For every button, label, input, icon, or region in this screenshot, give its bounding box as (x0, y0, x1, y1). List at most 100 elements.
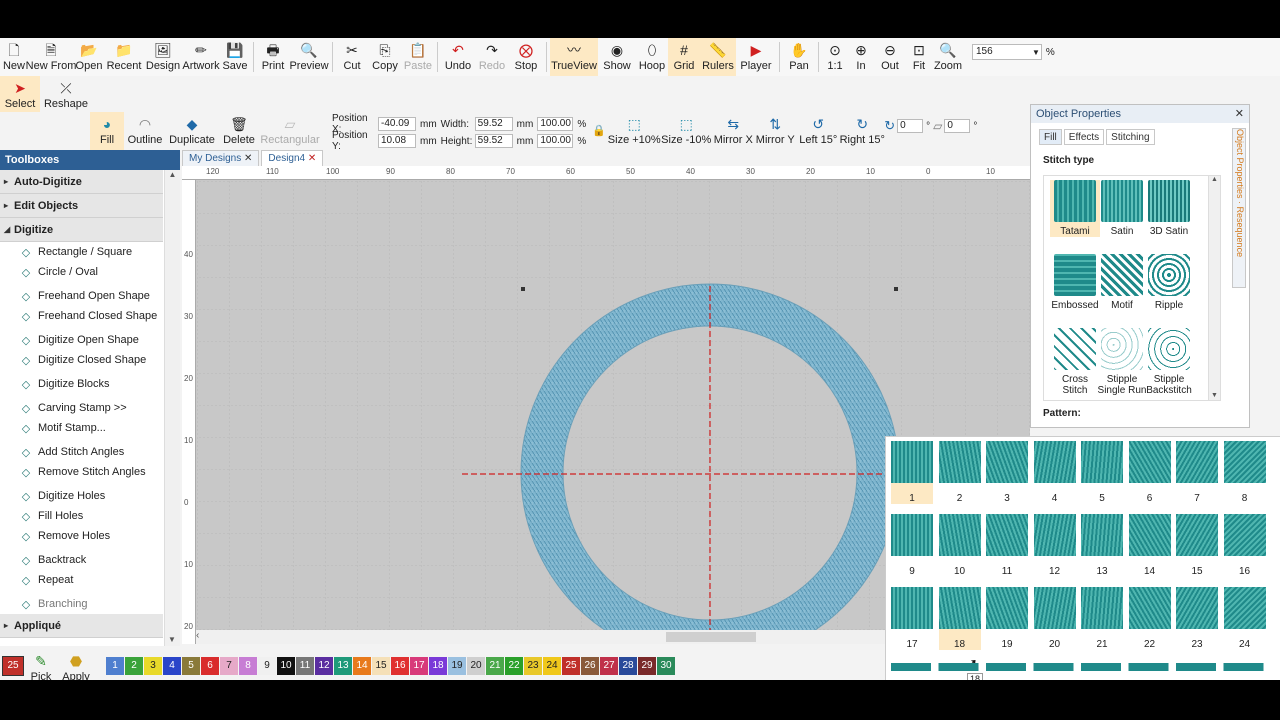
slant-field[interactable]: 0 (944, 119, 971, 133)
color-swatch[interactable]: 5 (182, 657, 200, 675)
color-swatch[interactable]: 22 (505, 657, 523, 675)
new-button[interactable]: 🗋 New (0, 38, 28, 76)
color-swatch[interactable]: 7 (220, 657, 238, 675)
pattern-tile[interactable]: 10 (938, 514, 981, 577)
toolboxes-scrollbar[interactable]: ▲ ▼ (164, 170, 180, 646)
close-icon[interactable]: ✕ (244, 153, 252, 164)
tab-effects[interactable]: Effects (1063, 129, 1105, 145)
color-swatch[interactable]: 11 (296, 657, 314, 675)
delete-button[interactable]: 🗑 Delete (218, 112, 260, 150)
tool-digitize-closed-shape[interactable]: ◇ Digitize Closed Shape (0, 350, 163, 370)
width-percent-field[interactable]: 100.00 (537, 117, 574, 131)
lock-proportions-button[interactable]: 🔒 (590, 112, 608, 150)
stitch-type-satin[interactable]: Satin (1097, 180, 1147, 237)
stitch-type-embossed[interactable]: Embossed (1050, 254, 1100, 311)
pattern-tile[interactable]: 1 (891, 441, 933, 504)
color-swatch[interactable]: 16 (391, 657, 409, 675)
color-swatch[interactable]: 29 (638, 657, 656, 675)
pattern-tile[interactable]: 14 (1128, 514, 1171, 577)
rotate-right-button[interactable]: ↻ Right 15° (840, 112, 885, 150)
tool-repeat[interactable]: ◇ Repeat (0, 570, 163, 590)
pattern-tile[interactable]: 19 (986, 587, 1028, 650)
selection-handle[interactable] (894, 287, 898, 291)
pattern-tile[interactable]: 7 (1176, 441, 1218, 504)
tool-add-stitch-angles[interactable]: ◇ Add Stitch Angles (0, 442, 163, 462)
stop-button[interactable]: ⨂ Stop (509, 38, 543, 76)
color-swatch[interactable]: 12 (315, 657, 333, 675)
fill-button[interactable]: ◕ Fill (90, 112, 124, 150)
side-tab-object-properties[interactable]: Object Properties · Resequence (1232, 128, 1246, 288)
scroll-up-icon[interactable]: ▲ (1209, 176, 1220, 183)
color-swatch[interactable]: 20 (467, 657, 485, 675)
fit-button[interactable]: ⊡ Fit (906, 38, 932, 76)
pattern-tile[interactable]: 23 (1176, 587, 1218, 650)
rotate-left-button[interactable]: ↺ Left 15° (796, 112, 840, 150)
color-swatch[interactable]: 18 (429, 657, 447, 675)
pattern-tile[interactable]: 18 (938, 587, 981, 650)
pattern-tile[interactable]: 9 (891, 514, 933, 577)
color-swatch[interactable]: 6 (201, 657, 219, 675)
stitch-type-motif[interactable]: Motif (1097, 254, 1147, 311)
pattern-tile[interactable]: 12 (1033, 514, 1076, 577)
save-button[interactable]: 💾 Save (220, 38, 250, 76)
pan-button[interactable]: ✋ Pan (783, 38, 815, 76)
tool-carving-stamp[interactable]: ◇ Carving Stamp >> (0, 398, 163, 418)
chevron-down-icon[interactable]: ▼ (1032, 48, 1040, 57)
tool-rectangle-square[interactable]: ◇ Rectangle / Square (0, 242, 163, 262)
stitch-gallery-scrollbar[interactable]: ▲ ▼ (1208, 176, 1220, 400)
pattern-tile[interactable]: 6 (1128, 441, 1171, 504)
print-button[interactable]: 🖶 Print (257, 38, 289, 76)
tab-stitching[interactable]: Stitching (1106, 129, 1155, 145)
copy-button[interactable]: ⎘ Copy (368, 38, 402, 76)
tool-circle-oval[interactable]: ◇ Circle / Oval (0, 262, 163, 282)
zoom-button[interactable]: 🔍 Zoom (932, 38, 964, 76)
mirror-y-button[interactable]: ⇅ Mirror Y (754, 112, 796, 150)
tool-freehand-closed-shape[interactable]: ◇ Freehand Closed Shape (0, 306, 163, 326)
redo-button[interactable]: ↷ Redo (475, 38, 509, 76)
pattern-tile[interactable]: 11 (986, 514, 1028, 577)
color-swatch[interactable]: 25 (562, 657, 580, 675)
color-swatch[interactable]: 2 (125, 657, 143, 675)
toolbox-group-appliqu-[interactable]: ▸ Appliqué (0, 614, 163, 638)
tool-motif-stamp[interactable]: ◇ Motif Stamp... (0, 418, 163, 438)
toolbox-group-digitize[interactable]: ◢ Digitize (0, 218, 163, 242)
color-swatch[interactable]: 24 (543, 657, 561, 675)
pattern-tile[interactable]: 24 (1223, 587, 1266, 650)
player-button[interactable]: ▶ Player (736, 38, 776, 76)
color-swatch[interactable]: 21 (486, 657, 504, 675)
select-tool-button[interactable]: ➤ Select (0, 76, 40, 114)
out-button[interactable]: ⊖ Out (874, 38, 906, 76)
show-button[interactable]: ◉ Show (598, 38, 636, 76)
hoop-button[interactable]: ⬯ Hoop (636, 38, 668, 76)
tool-digitize-blocks[interactable]: ◇ Digitize Blocks (0, 374, 163, 394)
position-x-field[interactable]: -40.09 (378, 117, 416, 131)
color-swatch[interactable]: 26 (581, 657, 599, 675)
toolbox-group-auto-digitize[interactable]: ▸ Auto-Digitize (0, 170, 163, 194)
scroll-left-icon[interactable]: ‹ (196, 630, 199, 641)
close-icon[interactable]: ✕ (1235, 105, 1244, 123)
color-swatch[interactable]: 13 (334, 657, 352, 675)
pattern-tile[interactable]: 16 (1223, 514, 1266, 577)
pattern-tile[interactable]: 17 (891, 587, 933, 650)
stitch-type-tatami[interactable]: Tatami (1050, 180, 1100, 237)
stitch-type-ripple[interactable]: Ripple (1144, 254, 1194, 311)
trueview-button[interactable]: 〰 TrueView (550, 38, 598, 76)
pattern-tile[interactable]: 13 (1081, 514, 1123, 577)
pattern-tile[interactable]: 4 (1033, 441, 1076, 504)
color-swatch[interactable]: 4 (163, 657, 181, 675)
color-swatch[interactable]: 3 (144, 657, 162, 675)
cut-button[interactable]: ✂ Cut (336, 38, 368, 76)
size-up-button[interactable]: ⬚ Size +10% (608, 112, 661, 150)
pick-color-button[interactable]: ✎ Pick (24, 652, 58, 680)
artwork-button[interactable]: ✏ Artwork (182, 38, 220, 76)
close-icon[interactable]: ✕ (308, 153, 316, 164)
color-swatch[interactable]: 27 (600, 657, 618, 675)
new-from-button[interactable]: 🗎 New From (26, 38, 77, 76)
tool-branching[interactable]: ◇ Branching (0, 594, 163, 614)
in-button[interactable]: ⊕ In (848, 38, 874, 76)
scroll-down-icon[interactable]: ▼ (1209, 392, 1220, 399)
color-swatch[interactable]: 23 (524, 657, 542, 675)
color-swatch[interactable]: 14 (353, 657, 371, 675)
recent-button[interactable]: 📁 Recent (104, 38, 144, 76)
scroll-down-icon[interactable]: ▼ (165, 635, 179, 644)
